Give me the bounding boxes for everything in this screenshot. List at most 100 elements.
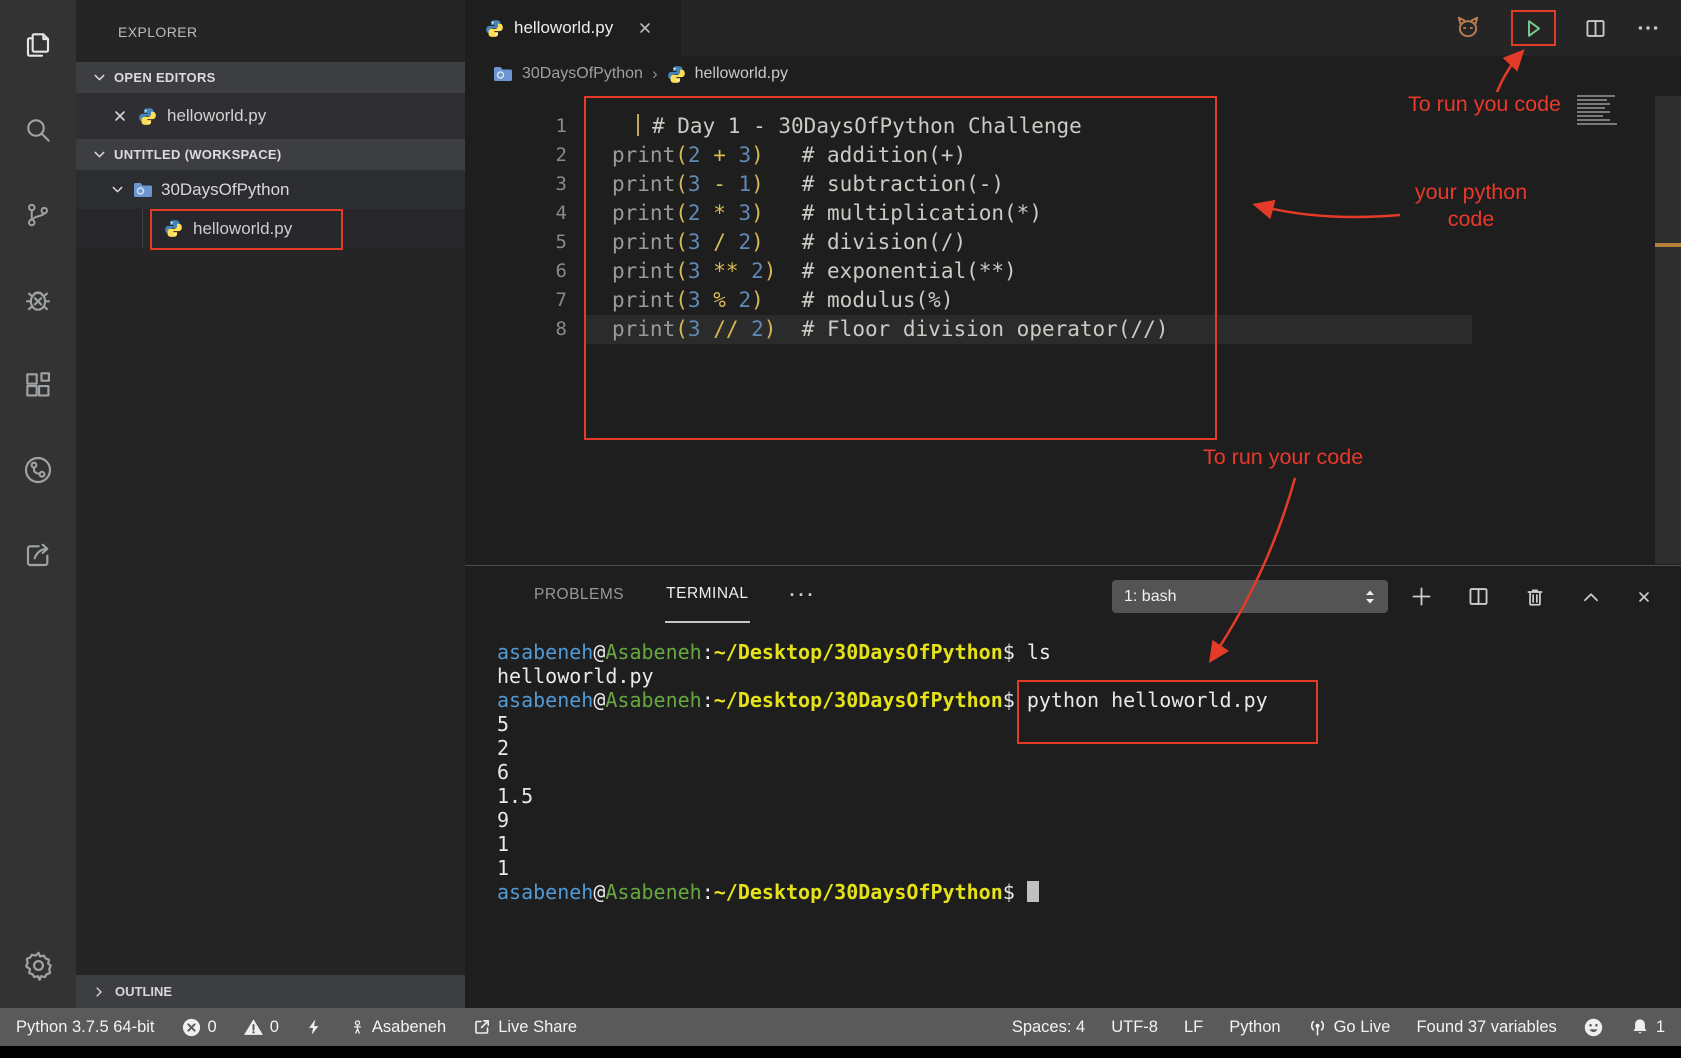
line-number: 3 [465, 170, 567, 199]
pets-button[interactable] [1453, 13, 1483, 43]
line-number: 2 [465, 141, 567, 170]
status-python-interpreter[interactable]: Python 3.7.5 64-bit [16, 1018, 155, 1037]
smiley-icon [1583, 1017, 1604, 1038]
close-icon [1636, 589, 1652, 605]
panel-actions [1410, 580, 1652, 613]
status-feedback[interactable] [1583, 1017, 1604, 1038]
debug-icon [22, 284, 54, 316]
play-icon [1520, 15, 1547, 42]
status-quick-actions[interactable] [305, 1018, 323, 1036]
status-account[interactable]: Asabeneh [349, 1018, 446, 1037]
folder-icon [133, 182, 153, 198]
status-indentation[interactable]: Spaces: 4 [1012, 1018, 1085, 1037]
status-variables[interactable]: Found 37 variables [1416, 1018, 1556, 1037]
activity-settings[interactable] [0, 933, 76, 997]
code-line-3[interactable]: 3print(3 - 1) # subtraction(-) [465, 170, 1681, 199]
code-line-4[interactable]: 4print(2 * 3) # multiplication(*) [465, 199, 1681, 228]
status-warnings[interactable]: 0 [243, 1017, 279, 1038]
cat-icon [1453, 13, 1483, 43]
chevron-up-icon [1580, 586, 1602, 608]
status-encoding[interactable]: UTF-8 [1111, 1018, 1158, 1037]
close-panel-button[interactable] [1636, 589, 1652, 605]
python-file-icon [667, 65, 686, 84]
split-editor-button[interactable] [1584, 17, 1607, 40]
error-icon [181, 1017, 202, 1038]
code-line-6[interactable]: 6print(3 ** 2) # exponential(**) [465, 257, 1681, 286]
select-updown-icon [1364, 587, 1376, 607]
chevron-down-icon [110, 182, 125, 197]
section-workspace[interactable]: UNTITLED (WORKSPACE) [76, 139, 465, 170]
activity-git-graph[interactable] [0, 438, 76, 502]
breadcrumb[interactable]: 30DaysOfPython › helloworld.py [465, 56, 1681, 92]
editor-toolbar [1453, 0, 1661, 56]
status-go-live[interactable]: Go Live [1307, 1017, 1391, 1038]
status-language-mode[interactable]: Python [1229, 1018, 1280, 1037]
status-live-share[interactable]: Live Share [472, 1017, 577, 1037]
more-icon [1635, 15, 1661, 41]
status-errors[interactable]: 0 [181, 1017, 217, 1038]
overview-ruler-marker [1655, 243, 1681, 247]
split-icon [1584, 17, 1607, 40]
open-editor-item[interactable]: helloworld.py [76, 93, 465, 139]
terminal-output[interactable]: asabeneh@Asabeneh:~/Desktop/30DaysOfPyth… [497, 640, 1268, 904]
maximize-panel-button[interactable] [1580, 586, 1602, 608]
code-line-8[interactable]: 8print(3 // 2) # Floor division operator… [465, 315, 1681, 344]
terminal-line: helloworld.py [497, 664, 1268, 688]
run-file-button[interactable] [1511, 10, 1556, 46]
terminal-line: 2 [497, 736, 1268, 760]
python-file-icon [485, 19, 504, 38]
section-outline[interactable]: OUTLINE [76, 975, 465, 1008]
tree-item-file[interactable]: helloworld.py [76, 209, 465, 248]
tab-terminal[interactable]: TERMINAL [665, 567, 749, 623]
split-terminal-button[interactable] [1467, 585, 1490, 608]
terminal-command: python helloworld.py [1027, 688, 1268, 712]
new-terminal-button[interactable] [1410, 585, 1433, 608]
bottom-panel: PROBLEMS TERMINAL ··· 1: bash asabeneh@A… [465, 565, 1681, 1008]
breadcrumb-separator: › [652, 64, 658, 84]
status-notifications[interactable]: 1 [1630, 1017, 1665, 1037]
gear-icon [22, 949, 55, 982]
search-icon [22, 114, 54, 146]
broadcast-icon [1307, 1017, 1328, 1038]
minimap[interactable] [1577, 95, 1627, 127]
code-line-5[interactable]: 5print(3 / 2) # division(/) [465, 228, 1681, 257]
terminal-line: 5 [497, 712, 1268, 736]
python-file-icon [164, 219, 183, 238]
extensions-icon [22, 369, 54, 401]
chevron-down-icon [92, 147, 107, 162]
sidebar-title: EXPLORER [76, 0, 465, 62]
more-actions-button[interactable] [1635, 15, 1661, 41]
bottom-strip [0, 1046, 1681, 1058]
code-line-1[interactable]: 1 # Day 1 - 30DaysOfPython Challenge [465, 112, 1681, 141]
tree-item-folder[interactable]: 30DaysOfPython [76, 170, 465, 209]
terminal-cursor [1027, 881, 1039, 902]
chevron-down-icon [92, 70, 107, 85]
code-line-2[interactable]: 2print(2 + 3) # addition(+) [465, 141, 1681, 170]
line-number: 7 [465, 286, 567, 315]
tab-problems[interactable]: PROBLEMS [533, 568, 625, 622]
activity-debug[interactable] [0, 268, 76, 332]
terminal-line: 9 [497, 808, 1268, 832]
activity-source-control[interactable] [0, 183, 76, 247]
line-number: 8 [465, 315, 567, 344]
code-line-7[interactable]: 7print(3 % 2) # modulus(%) [465, 286, 1681, 315]
terminal-shell-select[interactable]: 1: bash [1112, 580, 1388, 613]
activity-explorer[interactable] [0, 13, 76, 77]
close-tab-icon[interactable] [637, 20, 653, 36]
status-eol[interactable]: LF [1184, 1018, 1203, 1037]
source-control-icon [23, 200, 53, 230]
activity-search[interactable] [0, 98, 76, 162]
tab-helloworld[interactable]: helloworld.py [465, 0, 681, 56]
terminal-line: 1 [497, 832, 1268, 856]
kill-terminal-button[interactable] [1524, 586, 1546, 608]
terminal-line: 1 [497, 856, 1268, 880]
section-open-editors[interactable]: OPEN EDITORS [76, 62, 465, 93]
panel-more-icon[interactable]: ··· [790, 585, 817, 606]
editor-scrollbar[interactable] [1655, 96, 1681, 564]
code-editor[interactable]: 1 # Day 1 - 30DaysOfPython Challenge2pri… [465, 92, 1681, 344]
activity-extensions[interactable] [0, 353, 76, 417]
terminal-line: asabeneh@Asabeneh:~/Desktop/30DaysOfPyth… [497, 880, 1268, 904]
activity-live-share[interactable] [0, 523, 76, 587]
git-graph-icon [22, 454, 54, 486]
close-icon[interactable] [112, 108, 128, 124]
